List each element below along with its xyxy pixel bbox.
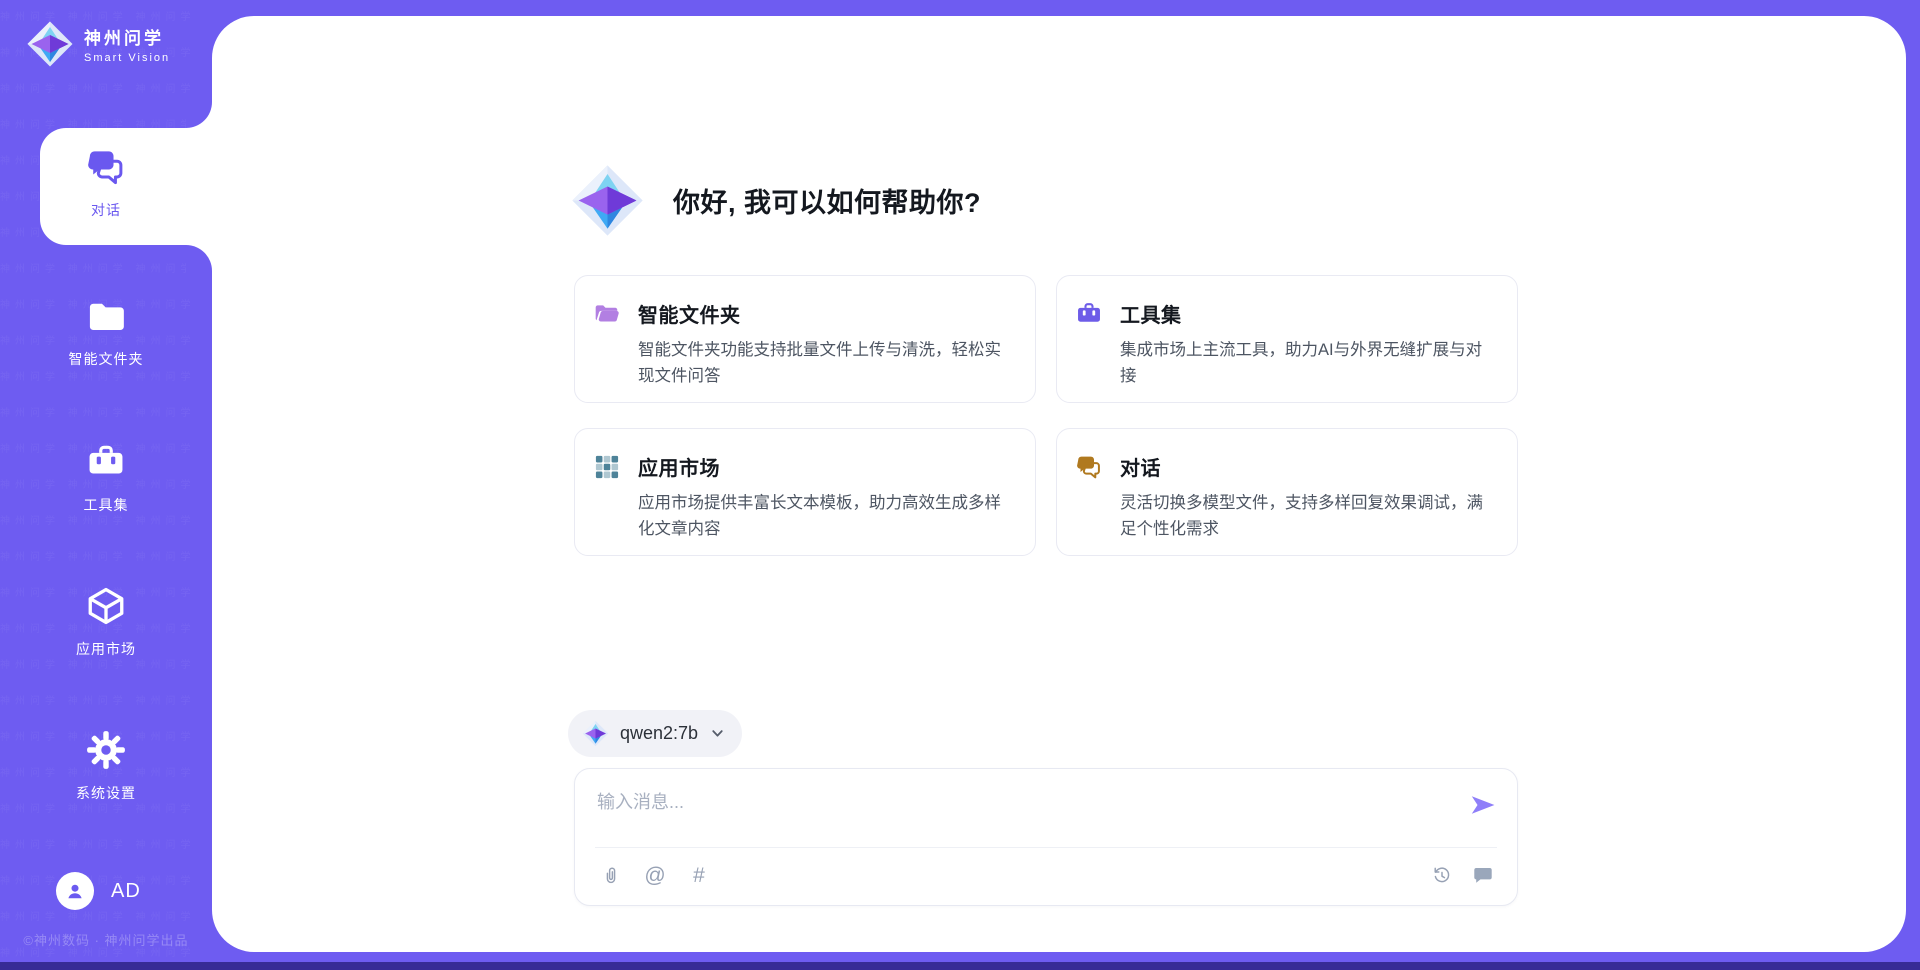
sidebar-item-toolset[interactable]: 工具集 bbox=[6, 441, 206, 515]
user-name: AD bbox=[111, 880, 141, 903]
content-column: 你好, 我可以如何帮助你? 智能文件夹 智能文件夹功能支持批量文件上传与清洗，轻… bbox=[574, 16, 1518, 952]
composer-left-tools: @ # bbox=[599, 863, 711, 887]
card-header: 应用市场 bbox=[593, 452, 1035, 481]
sidebar-item-chat[interactable]: 对话 bbox=[6, 146, 206, 220]
folder-open-icon bbox=[593, 300, 621, 328]
sidebar-item-label: 应用市场 bbox=[6, 639, 206, 659]
message-composer: @ # bbox=[574, 768, 1518, 906]
chevron-down-icon bbox=[709, 725, 726, 742]
model-selector[interactable]: qwen2:7b bbox=[568, 710, 742, 757]
toolbox-icon bbox=[1075, 300, 1103, 328]
tab-flare-top bbox=[186, 102, 212, 128]
card-header: 对话 bbox=[1075, 452, 1517, 481]
card-title: 工具集 bbox=[1120, 299, 1182, 328]
toolbox-icon bbox=[85, 441, 127, 483]
card-header: 工具集 bbox=[1075, 299, 1517, 328]
user-account[interactable]: AD bbox=[56, 872, 141, 910]
greeting: 你好, 我可以如何帮助你? bbox=[570, 163, 981, 238]
sidebar-item-settings[interactable]: 系统设置 bbox=[6, 729, 206, 803]
attach-file-button[interactable] bbox=[599, 863, 623, 887]
sidebar-item-label: 系统设置 bbox=[6, 783, 206, 803]
at-icon: @ bbox=[644, 865, 665, 886]
card-description: 灵活切换多模型文件，支持多样回复效果调试，满足个性化需求 bbox=[1120, 490, 1493, 542]
avatar bbox=[56, 872, 94, 910]
chat-bubbles-icon bbox=[1075, 453, 1103, 481]
gear-icon bbox=[85, 729, 127, 771]
chat-bubble-icon bbox=[1472, 864, 1494, 886]
brand-logo: 神州问学 Smart Vision bbox=[26, 20, 170, 68]
composer-divider bbox=[595, 847, 1497, 848]
send-button[interactable] bbox=[1469, 791, 1497, 819]
brand-diamond-icon bbox=[26, 20, 74, 68]
copyright-text: ©神州数码 · 神州问学出品 bbox=[0, 930, 212, 949]
history-button[interactable] bbox=[1430, 863, 1454, 887]
mention-button[interactable]: @ bbox=[643, 863, 667, 887]
card-chat[interactable]: 对话 灵活切换多模型文件，支持多样回复效果调试，满足个性化需求 bbox=[1056, 428, 1518, 556]
model-name: qwen2:7b bbox=[620, 723, 698, 744]
brand-name: 神州问学 bbox=[84, 24, 170, 49]
composer-toolbar: @ # bbox=[599, 863, 1495, 887]
card-toolset[interactable]: 工具集 集成市场上主流工具，助力AI与外界无缝扩展与对接 bbox=[1056, 275, 1518, 403]
greeting-title: 你好, 我可以如何帮助你? bbox=[673, 181, 981, 220]
folder-icon bbox=[85, 295, 127, 337]
card-smart-folder[interactable]: 智能文件夹 智能文件夹功能支持批量文件上传与清洗，轻松实现文件问答 bbox=[574, 275, 1036, 403]
feature-cards: 智能文件夹 智能文件夹功能支持批量文件上传与清洗，轻松实现文件问答 工具集 集成… bbox=[574, 275, 1518, 556]
bottom-window-strip bbox=[0, 962, 1920, 970]
person-icon bbox=[63, 879, 87, 903]
card-description: 智能文件夹功能支持批量文件上传与清洗，轻松实现文件问答 bbox=[638, 337, 1011, 389]
card-description: 集成市场上主流工具，助力AI与外界无缝扩展与对接 bbox=[1120, 337, 1493, 389]
brand-diamond-icon bbox=[570, 163, 645, 238]
card-title: 智能文件夹 bbox=[638, 299, 741, 328]
composer-right-tools bbox=[1430, 863, 1495, 887]
tab-flare-bottom bbox=[186, 245, 212, 271]
conversation-button[interactable] bbox=[1471, 863, 1495, 887]
topic-button[interactable]: # bbox=[687, 863, 711, 887]
history-icon bbox=[1431, 864, 1453, 886]
sidebar-item-app-market[interactable]: 应用市场 bbox=[6, 585, 206, 659]
sidebar-item-label: 智能文件夹 bbox=[6, 349, 206, 369]
sidebar-item-smart-folder[interactable]: 智能文件夹 bbox=[6, 295, 206, 369]
card-description: 应用市场提供丰富长文本模板，助力高效生成多样化文章内容 bbox=[638, 490, 1011, 542]
chat-bubbles-icon bbox=[85, 146, 127, 188]
grid-icon bbox=[593, 453, 621, 481]
hash-icon: # bbox=[693, 865, 705, 886]
brand-diamond-icon bbox=[582, 720, 609, 747]
brand-subtitle: Smart Vision bbox=[84, 52, 170, 64]
paperclip-icon bbox=[600, 864, 622, 886]
card-header: 智能文件夹 bbox=[593, 299, 1035, 328]
sidebar-item-label: 对话 bbox=[6, 200, 206, 220]
sidebar-item-label: 工具集 bbox=[6, 495, 206, 515]
message-input[interactable] bbox=[597, 783, 1437, 821]
sidebar: 神州问学 神州问学 神州问学 神州问学 神州问学 神州问学 神州问学 神州问学 … bbox=[0, 0, 212, 970]
card-title: 应用市场 bbox=[638, 452, 720, 481]
cube-icon bbox=[85, 585, 127, 627]
card-app-market[interactable]: 应用市场 应用市场提供丰富长文本模板，助力高效生成多样化文章内容 bbox=[574, 428, 1036, 556]
card-title: 对话 bbox=[1120, 452, 1161, 481]
send-icon bbox=[1469, 791, 1497, 819]
main-panel: 你好, 我可以如何帮助你? 智能文件夹 智能文件夹功能支持批量文件上传与清洗，轻… bbox=[212, 16, 1906, 952]
